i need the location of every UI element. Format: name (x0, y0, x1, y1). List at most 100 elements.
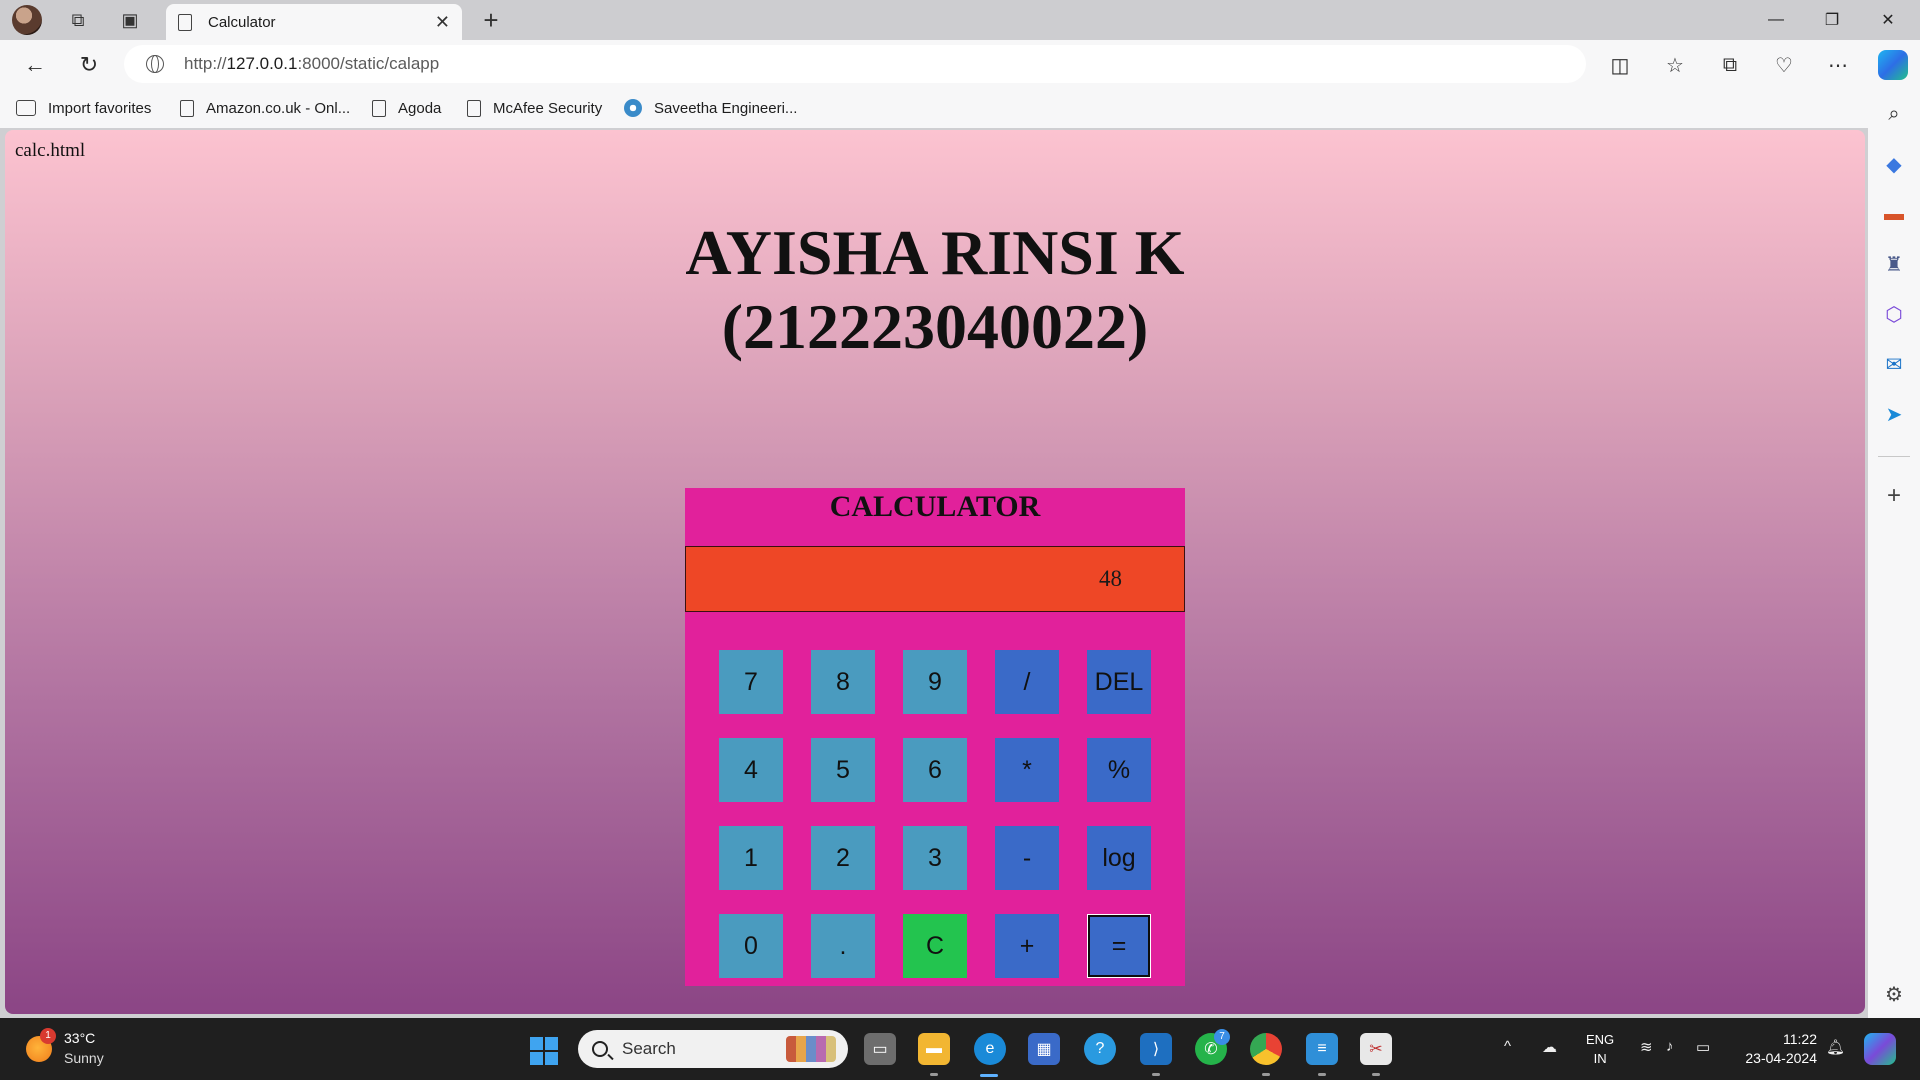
key-6-button[interactable]: 6 (903, 738, 967, 802)
page-icon (178, 13, 192, 31)
wifi-icon[interactable]: ≋ (1640, 1038, 1653, 1056)
tray-chevron-icon[interactable]: ^ (1504, 1038, 1511, 1055)
workspaces-icon[interactable]: ⧉ (62, 6, 94, 34)
microsoft-store-icon[interactable]: ▦ (1028, 1033, 1060, 1065)
browser-toolbar: ← ↻ http://127.0.0.1:8000/static/calapp … (0, 40, 1920, 88)
collections-icon[interactable]: ⧉ (1712, 48, 1748, 82)
key-equals-button[interactable]: = (1087, 914, 1151, 978)
browser-title-bar: ⧉ ▣ Calculator ✕ + — ❐ ✕ (0, 0, 1920, 40)
search-placeholder: Search (622, 1039, 676, 1058)
key-dot-button[interactable]: . (811, 914, 875, 978)
weather-badge: 1 (40, 1028, 56, 1044)
more-menu-icon[interactable]: ⋯ (1820, 48, 1856, 82)
outlook-icon[interactable]: ✉ (1878, 348, 1910, 380)
onedrive-icon[interactable]: ☁ (1542, 1038, 1557, 1056)
calculator-keypad: 7 8 9 / DEL 4 5 6 *% 1 2 3- log 0. C + = (719, 650, 1151, 980)
key-percent-button[interactable]: % (1087, 738, 1151, 802)
whatsapp-badge: 7 (1214, 1029, 1230, 1045)
snipping-tool-icon[interactable]: ✂ (1360, 1033, 1392, 1065)
notepad-icon[interactable]: ≡ (1306, 1033, 1338, 1065)
vscode-running-dot (1152, 1073, 1160, 1076)
task-view-icon[interactable]: ▭ (864, 1033, 896, 1065)
page-icon (372, 99, 386, 117)
shopping-tag-icon[interactable]: ◆ (1878, 148, 1910, 180)
close-window-button[interactable]: ✕ (1860, 0, 1916, 40)
key-1-button[interactable]: 1 (719, 826, 783, 890)
weather-condition[interactable]: Sunny (64, 1050, 104, 1066)
windows-taskbar: 1 33°C Sunny Search ▭ ▬ e ▦ ? ⟩ ✆ 7 ≡ ✂ … (0, 1018, 1920, 1080)
edge-sidebar: ⌕ ◆ ▬ ♜ ⬡ ✉ ➤ + ⚙ (1868, 88, 1920, 1018)
active-tab[interactable]: Calculator ✕ (166, 4, 462, 40)
key-del-button[interactable]: DEL (1087, 650, 1151, 714)
page-viewport: calc.html AYISHA RINSI K (212223040022) … (5, 130, 1865, 1014)
new-tab-button[interactable]: + (476, 6, 506, 34)
close-tab-icon[interactable]: ✕ (435, 12, 450, 33)
games-icon[interactable]: ♜ (1878, 248, 1910, 280)
notepad-running-dot (1318, 1073, 1326, 1076)
favorite-mcafee[interactable]: McAfee Security (467, 96, 602, 120)
volume-icon[interactable]: ♪ (1666, 1038, 1674, 1055)
split-screen-icon[interactable]: ◫ (1602, 48, 1638, 82)
settings-gear-icon[interactable]: ⚙ (1878, 978, 1910, 1010)
add-sidebar-app-icon[interactable]: + (1878, 480, 1910, 512)
key-9-button[interactable]: 9 (903, 650, 967, 714)
page-heading: AYISHA RINSI K (212223040022) (5, 216, 1865, 364)
browser-essentials-icon[interactable]: ♡ (1766, 48, 1802, 82)
send-icon[interactable]: ➤ (1878, 398, 1910, 430)
key-log-button[interactable]: log (1087, 826, 1151, 890)
favorite-amazon[interactable]: Amazon.co.uk - Onl... (180, 96, 350, 120)
key-2-button[interactable]: 2 (811, 826, 875, 890)
favorite-saveetha[interactable]: Saveetha Engineeri... (624, 96, 797, 120)
vertical-tabs-icon[interactable]: ▣ (114, 6, 146, 34)
file-explorer-running-dot (930, 1073, 938, 1076)
key-minus-button[interactable]: - (995, 826, 1059, 890)
file-explorer-icon[interactable]: ▬ (918, 1033, 950, 1065)
notification-bell-icon[interactable]: 🔔︎ (1826, 1038, 1845, 1056)
filename-label: calc.html (15, 140, 86, 161)
calculator: CALCULATOR 48 7 8 9 / DEL 4 5 6 *% 1 2 3- log 0. C + = (685, 488, 1185, 986)
calculator-title: CALCULATOR (829, 490, 1041, 523)
tab-title: Calculator (208, 13, 276, 31)
battery-icon[interactable]: ▭ (1696, 1038, 1710, 1056)
key-multiply-button[interactable]: * (995, 738, 1059, 802)
key-7-button[interactable]: 7 (719, 650, 783, 714)
minimize-button[interactable]: — (1748, 0, 1804, 40)
url-text[interactable]: http://127.0.0.1:8000/static/calapp (184, 54, 439, 74)
globe-icon (146, 55, 164, 73)
key-0-button[interactable]: 0 (719, 914, 783, 978)
chrome-icon[interactable] (1250, 1033, 1282, 1065)
refresh-button[interactable]: ↻ (72, 48, 106, 82)
edge-active-indicator (980, 1074, 998, 1077)
clock[interactable]: 11:22 23-04-2024 (1735, 1030, 1817, 1068)
favorite-import[interactable]: Import favorites (16, 96, 151, 120)
copilot-icon[interactable] (1878, 50, 1908, 80)
profile-avatar[interactable] (12, 5, 42, 35)
edge-icon[interactable]: e (974, 1033, 1006, 1065)
saveetha-icon (624, 99, 642, 117)
address-bar[interactable]: http://127.0.0.1:8000/static/calapp (124, 45, 1586, 83)
heading-name: AYISHA RINSI K (685, 217, 1185, 288)
office-icon[interactable]: ⬡ (1878, 298, 1910, 330)
favorites-icon[interactable]: ☆ (1657, 48, 1693, 82)
import-icon (16, 100, 36, 116)
key-plus-button[interactable]: + (995, 914, 1059, 978)
back-button[interactable]: ← (18, 48, 52, 82)
start-button-icon[interactable] (530, 1037, 558, 1065)
calculator-display[interactable]: 48 (685, 546, 1185, 612)
vscode-icon[interactable]: ⟩ (1140, 1033, 1172, 1065)
key-3-button[interactable]: 3 (903, 826, 967, 890)
key-divide-button[interactable]: / (995, 650, 1059, 714)
taskbar-search[interactable]: Search (578, 1030, 848, 1068)
key-8-button[interactable]: 8 (811, 650, 875, 714)
restore-button[interactable]: ❐ (1804, 0, 1860, 40)
tools-icon[interactable]: ▬ (1878, 198, 1910, 230)
key-4-button[interactable]: 4 (719, 738, 783, 802)
copilot-taskbar-icon[interactable] (1864, 1033, 1896, 1065)
key-c-button[interactable]: C (903, 914, 967, 978)
help-icon[interactable]: ? (1084, 1033, 1116, 1065)
key-5-button[interactable]: 5 (811, 738, 875, 802)
search-icon[interactable]: ⌕ (1878, 98, 1910, 130)
language-indicator[interactable]: ENG IN (1586, 1030, 1614, 1068)
favorite-agoda[interactable]: Agoda (372, 96, 441, 120)
weather-temperature[interactable]: 33°C (64, 1030, 95, 1046)
